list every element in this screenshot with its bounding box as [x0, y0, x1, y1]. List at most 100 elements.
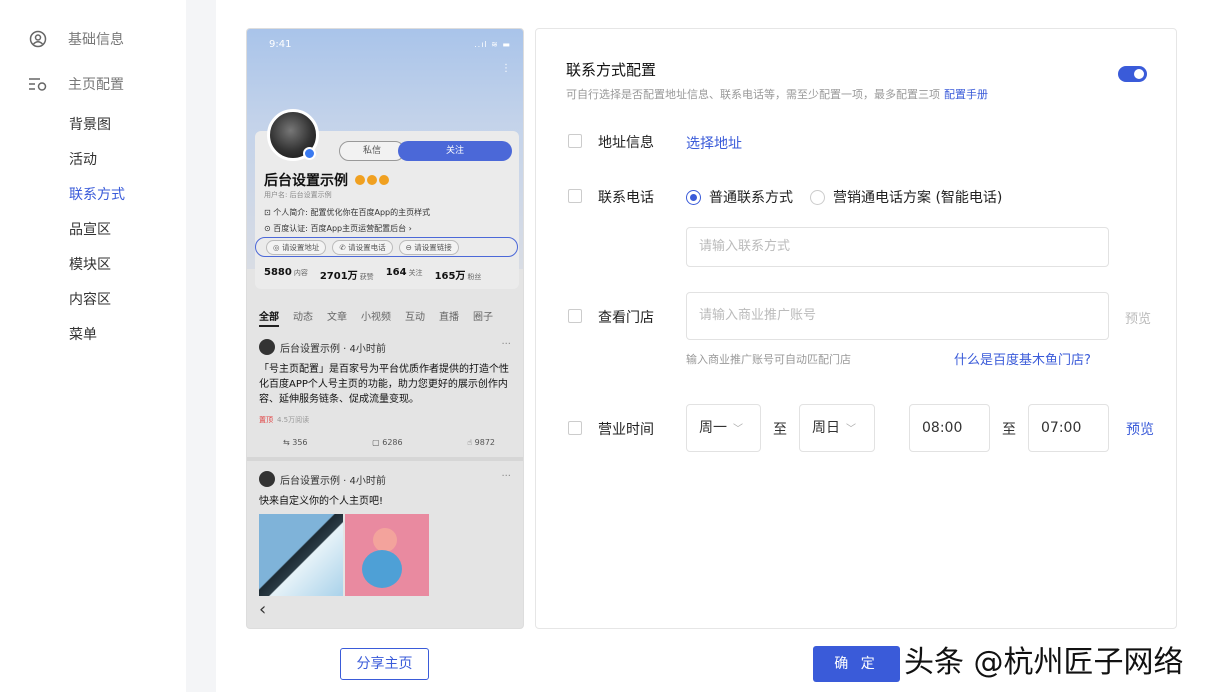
- enable-toggle[interactable]: [1118, 66, 1147, 82]
- divider: [186, 0, 216, 692]
- panel-title: 联系方式配置: [566, 61, 657, 79]
- to-label: 至: [1002, 422, 1016, 438]
- contact-config-panel: 联系方式配置 可自行选择是否配置地址信息、联系电话等，需至少配置一项，最多配置三…: [535, 28, 1177, 629]
- chip-address[interactable]: ◎ 请设置地址: [266, 239, 327, 255]
- avatar: [259, 339, 275, 355]
- sidebar-item-contact[interactable]: 联系方式: [69, 184, 125, 204]
- message-button[interactable]: 私信: [339, 141, 405, 161]
- day-from-select[interactable]: 周一 ﹀: [686, 404, 761, 452]
- stat-label: 粉丝: [467, 273, 482, 281]
- profile-name: 后台设置示例: [264, 173, 348, 189]
- location-icon: ◎: [273, 242, 282, 252]
- post-header: 后台设置示例 · 4小时前: [259, 339, 386, 355]
- store-help-link[interactable]: 什么是百度基木鱼门店?: [954, 349, 1091, 368]
- follow-button[interactable]: 关注: [398, 141, 512, 161]
- list-settings-icon: [28, 74, 48, 94]
- store-preview-link[interactable]: 预览: [1125, 308, 1151, 327]
- tab-live[interactable]: 直播: [439, 308, 459, 327]
- stat-label: 关注: [408, 269, 423, 277]
- share-homepage-button[interactable]: 分享主页: [340, 648, 429, 680]
- avatar: [259, 471, 275, 487]
- divider: [247, 457, 523, 461]
- tab-all[interactable]: 全部: [259, 308, 279, 327]
- hours-preview-link[interactable]: 预览: [1126, 419, 1154, 439]
- sidebar-item-background[interactable]: 背景图: [69, 114, 111, 134]
- tab-short-video[interactable]: 小视频: [361, 308, 391, 327]
- time-from-input[interactable]: 08:00: [909, 404, 990, 452]
- comment-action[interactable]: ▢ 6286: [372, 438, 402, 447]
- like-action[interactable]: ☝ 9872: [467, 438, 495, 447]
- store-checkbox[interactable]: [568, 309, 582, 323]
- config-manual-link[interactable]: 配置手册: [944, 88, 988, 101]
- post-actions: ⇆ 356 ▢ 6286 ☝ 9872: [283, 438, 495, 447]
- store-label: 查看门店: [598, 310, 654, 326]
- contact-chips: ◎ 请设置地址 ✆ 请设置电话 ⊖ 请设置链接: [255, 237, 518, 257]
- time-to-input[interactable]: 07:00: [1028, 404, 1109, 452]
- address-checkbox[interactable]: [568, 134, 582, 148]
- comment-icon: ▢: [372, 438, 383, 447]
- stat-value: 165万: [434, 271, 466, 282]
- like-count: 9872: [474, 438, 495, 447]
- intro-icon: ⊡: [264, 208, 274, 217]
- chevron-down-icon: ﹀: [846, 424, 856, 435]
- sidebar-group-label: 主页配置: [68, 77, 124, 93]
- more-icon: ⋮: [501, 63, 511, 74]
- panel-description: 可自行选择是否配置地址信息、联系电话等，需至少配置一项，最多配置三项 配置手册: [566, 86, 988, 102]
- radio-marketing-phone[interactable]: 营销通电话方案 (智能电话): [810, 187, 1002, 207]
- post-text: 快来自定义你的个人主页吧!: [259, 496, 384, 507]
- store-hint: 输入商业推广账号可自动匹配门店: [686, 353, 851, 366]
- sidebar-item-brand-area[interactable]: 品宣区: [69, 219, 111, 239]
- profile-cert: ⊙ 百度认证: 百度App主页运营配置后台 ›: [264, 223, 412, 234]
- confirm-button[interactable]: 确 定: [813, 646, 900, 682]
- share-action[interactable]: ⇆ 356: [283, 438, 308, 447]
- stat-label: 内容: [293, 269, 308, 277]
- share-icon: ⇆: [283, 438, 293, 447]
- post-header: 后台设置示例 · 4小时前: [259, 471, 386, 487]
- sidebar-item-content-area[interactable]: 内容区: [69, 289, 111, 309]
- address-label: 地址信息: [598, 135, 654, 151]
- stat-label: 获赞: [359, 273, 374, 281]
- chevron-down-icon: ﹀: [733, 424, 743, 435]
- day-to-select[interactable]: 周日 ﹀: [799, 404, 875, 452]
- sidebar-item-module-area[interactable]: 模块区: [69, 254, 111, 274]
- sidebar-group-label: 基础信息: [68, 32, 124, 48]
- chip-link-label: 请设置链接: [414, 242, 452, 252]
- select-value: 周一: [699, 420, 727, 436]
- radio-selected-icon: [686, 189, 701, 205]
- sidebar-group-homepage-config[interactable]: 主页配置: [28, 73, 124, 95]
- verified-icon: [303, 147, 316, 160]
- back-arrow-icon[interactable]: ‹: [259, 599, 266, 620]
- post-author: 后台设置示例 · 4小时前: [280, 343, 386, 355]
- more-icon[interactable]: ···: [501, 471, 511, 482]
- sidebar-group-basic-info[interactable]: 基础信息: [28, 28, 124, 50]
- tab-interact[interactable]: 互动: [405, 308, 425, 327]
- sidebar: 基础信息 主页配置 背景图 活动 联系方式 品宣区 模块区 内容区 菜单: [0, 0, 186, 692]
- sidebar-item-activity[interactable]: 活动: [69, 149, 97, 169]
- select-address-link[interactable]: 选择地址: [686, 133, 742, 153]
- more-icon[interactable]: ···: [501, 339, 511, 350]
- ad-account-input[interactable]: 请输入商业推广账号: [686, 292, 1109, 340]
- chip-phone[interactable]: ✆ 请设置电话: [332, 239, 393, 255]
- tab-circle[interactable]: 圈子: [473, 308, 493, 327]
- sidebar-item-menu[interactable]: 菜单: [69, 324, 97, 344]
- post-image: [259, 514, 343, 596]
- stat-value: 164: [385, 267, 407, 278]
- to-label: 至: [773, 422, 787, 438]
- tab-dynamic[interactable]: 动态: [293, 308, 313, 327]
- profile-intro: ⊡ 个人简介: 配置优化你在百度App的主页样式: [264, 207, 430, 218]
- chip-link[interactable]: ⊖ 请设置链接: [398, 239, 459, 255]
- user-circle-icon: [28, 29, 48, 49]
- phone-checkbox[interactable]: [568, 189, 582, 203]
- select-value: 周日: [812, 420, 840, 436]
- hours-checkbox[interactable]: [568, 421, 582, 435]
- radio-label: 普通联系方式: [709, 190, 793, 206]
- stat-content: 5880 内容: [264, 267, 308, 282]
- read-count: 4.5万阅读: [277, 416, 310, 424]
- stat-likes: 2701万 获赞: [320, 267, 374, 282]
- radio-normal-contact[interactable]: 普通联系方式: [686, 187, 793, 207]
- phone-preview: 9:41 ..ıl ≋ ▬ ⋮ 私信 关注 后台设置示例 用户名: 后台设置示例…: [246, 28, 524, 629]
- contact-input[interactable]: 请输入联系方式: [686, 227, 1109, 267]
- post-author: 后台设置示例 · 4小时前: [280, 475, 386, 487]
- stat-value: 2701万: [319, 271, 358, 282]
- tab-article[interactable]: 文章: [327, 308, 347, 327]
